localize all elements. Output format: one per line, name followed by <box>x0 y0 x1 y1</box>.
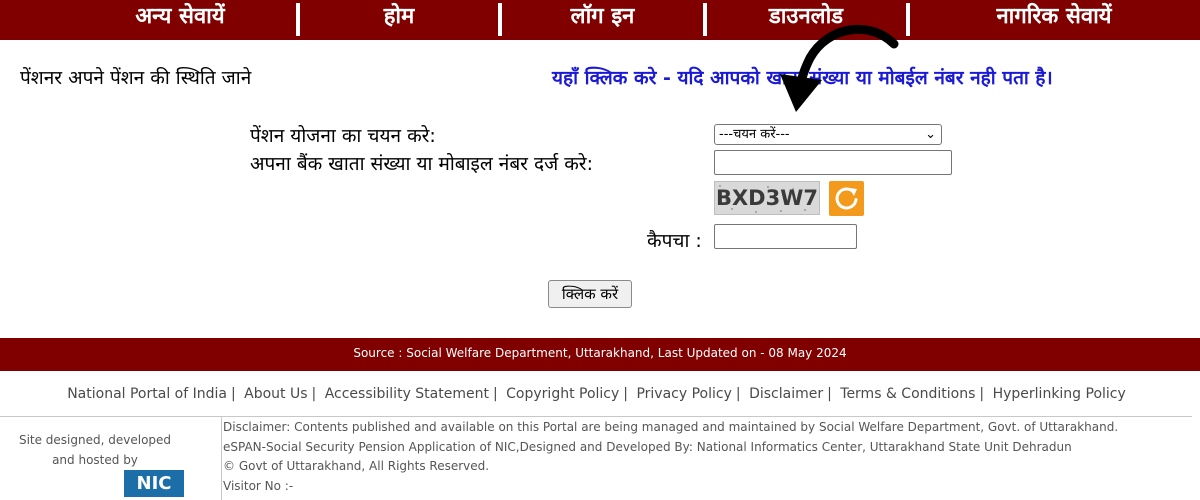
credit-line-1: Site designed, developed <box>18 433 172 447</box>
nav-item-other-services[interactable]: अन्य सेवायें <box>70 0 290 40</box>
footer-separator: | <box>230 386 236 402</box>
captcha-text: BXD3W7 <box>715 186 819 210</box>
top-nav: अन्य सेवायें होम लॉग इन डाउनलोड नागरिक स… <box>0 0 1200 40</box>
curved-arrow-icon <box>780 24 899 112</box>
submit-button[interactable]: क्लिक करें <box>548 280 632 308</box>
credit-line-2: and hosted by <box>52 453 138 467</box>
footer-link-privacy[interactable]: Privacy Policy <box>636 386 731 402</box>
scheme-selected-value: ---चयन करें--- <box>719 127 790 142</box>
footer-links: National Portal of India | About Us | Acce… <box>0 386 1193 402</box>
credit-block: Site designed, developed and hosted by <box>0 430 190 470</box>
footer-link-about-us[interactable]: About Us <box>244 386 307 402</box>
nav-separator <box>296 3 300 36</box>
footer-separator: | <box>827 386 832 402</box>
captcha-input[interactable] <box>714 224 857 249</box>
chevron-down-icon: ⌄ <box>925 127 936 142</box>
footer-vertical-divider <box>221 417 222 500</box>
visitor-count: Visitor No :- <box>223 478 294 493</box>
footer-separator: | <box>311 386 317 402</box>
footer-link-hyperlinking[interactable]: Hyperlinking Policy <box>993 386 1126 402</box>
nav-separator <box>906 3 910 36</box>
disclaimer-line: Disclaimer: Contents published and avail… <box>223 420 1119 434</box>
captcha-image: BXD3W7 <box>714 181 820 215</box>
credits-line: eSPAN-Social Security Pension Applicatio… <box>223 439 1072 454</box>
footer-separator: | <box>492 386 498 402</box>
footer-link-disclaimer[interactable]: Disclaimer <box>749 386 823 402</box>
nav-separator <box>703 3 707 36</box>
copyright-line: © Govt of Uttarakhand, All Rights Reserv… <box>223 459 490 473</box>
source-bar: Source : Social Welfare Department, Utta… <box>0 338 1200 371</box>
disclaimer-block: Disclaimer: Contents published and avail… <box>223 418 1118 496</box>
refresh-captcha-button[interactable] <box>829 181 864 216</box>
footer-link-copyright[interactable]: Copyright Policy <box>506 386 619 402</box>
footer-separator: | <box>979 386 985 402</box>
nav-separator <box>498 3 502 36</box>
account-label: अपना बैंक खाता संख्या या मोबाइल नंबर दर्… <box>250 153 593 175</box>
footer-link-national-portal[interactable]: National Portal of India <box>67 386 227 402</box>
footer-divider <box>0 416 1192 417</box>
refresh-icon <box>835 187 858 210</box>
footer-separator: | <box>623 386 629 402</box>
footer-link-accessibility[interactable]: Accessibility Statement <box>325 386 489 402</box>
scheme-label: पेंशन योजना का चयन करे: <box>250 125 436 147</box>
captcha-label: कैपचा : <box>647 230 702 252</box>
scheme-select[interactable]: ---चयन करें--- ⌄ <box>714 124 942 145</box>
footer-link-terms[interactable]: Terms & Conditions <box>840 386 975 402</box>
nav-item-home[interactable]: होम <box>303 0 495 40</box>
nic-logo[interactable]: NIC <box>124 470 184 497</box>
nav-item-citizen-services[interactable]: नागरिक सेवायें <box>913 0 1195 40</box>
footer-separator: | <box>735 386 741 402</box>
account-number-input[interactable] <box>714 150 952 175</box>
page-title: पेंशनर अपने पेंशन की स्थिति जाने <box>20 67 252 89</box>
nav-item-login[interactable]: लॉग इन <box>505 0 700 40</box>
